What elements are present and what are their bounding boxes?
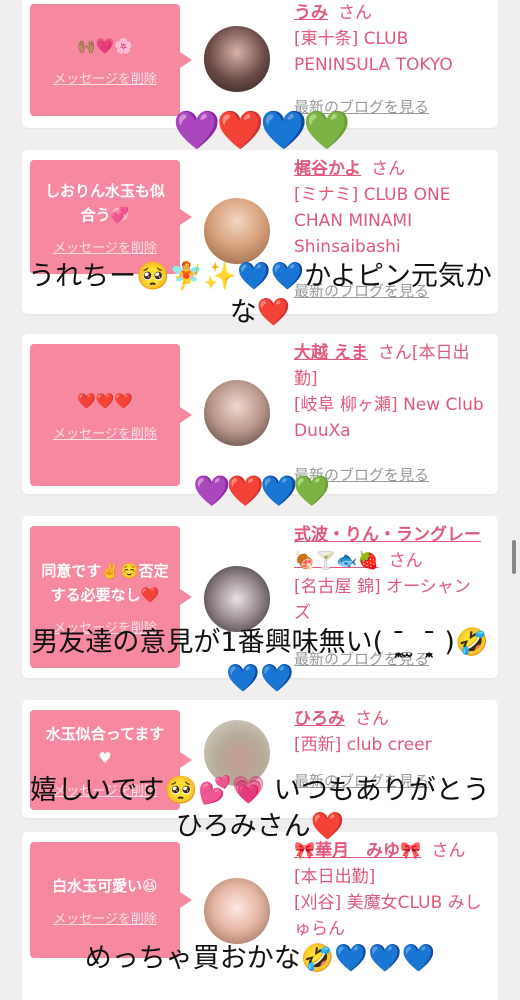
comment-overlay: ひろみさん❤️ bbox=[175, 811, 345, 842]
shop-name: [名古屋 錦] オーシャンズ bbox=[294, 577, 471, 623]
profile-name[interactable]: 大越 えま bbox=[294, 343, 368, 363]
message-text: 水玉似合ってます♥ bbox=[45, 724, 165, 767]
profile-info: 🎀華月 みゆ🎀 さん [本日出勤] [刈谷] 美魔女CLUB みしゅらん bbox=[294, 838, 484, 942]
comment-overlay: うれちー🥺🧚✨💙💙かよピン元気か bbox=[28, 261, 492, 292]
shop-name: [東十条] CLUB PENINSULA TOKYO bbox=[294, 29, 453, 75]
profile-info: 梶谷かよ さん [ミナミ] CLUB ONE CHAN MINAMI Shinsa… bbox=[294, 156, 484, 260]
avatar[interactable] bbox=[202, 196, 272, 266]
delete-message-link[interactable]: メッセージを削除 bbox=[53, 68, 157, 87]
message-bubble: 白水玉可愛い😆 メッセージを削除 bbox=[30, 842, 192, 958]
honorific: さん bbox=[355, 709, 389, 729]
delete-message-link[interactable]: メッセージを削除 bbox=[53, 423, 157, 442]
shop-name: [刈谷] 美魔女CLUB みしゅらん bbox=[294, 893, 482, 939]
honorific: さん bbox=[338, 3, 372, 23]
heart-emoji-overlay: 💜❤️💙💚 bbox=[173, 108, 350, 152]
message-bubble: ❤️❤️❤️ メッセージを削除 bbox=[30, 344, 192, 486]
message-text: ❤️❤️❤️ bbox=[76, 391, 134, 410]
profile-info: 大越 えま さん[本日出勤] [岐阜 柳ヶ瀬] New Club DuuXa bbox=[294, 340, 484, 444]
avatar[interactable] bbox=[202, 378, 272, 448]
honorific: さん bbox=[431, 841, 466, 861]
delete-message-link[interactable]: メッセージを削除 bbox=[53, 908, 157, 927]
comment-overlay: めっちゃ買おかな🤣💙💙💙 bbox=[84, 943, 436, 974]
profile-name[interactable]: 式波・りん・ラングレー🍖🍸🐟🍓 bbox=[294, 525, 481, 571]
heart-emoji-overlay: 💜❤️💙💚 bbox=[193, 474, 330, 509]
avatar[interactable] bbox=[202, 564, 272, 634]
comment-overlay: 💙💙 bbox=[226, 663, 294, 694]
message-card: ❤️❤️❤️ メッセージを削除 大越 えま さん[本日出勤] [岐阜 柳ヶ瀬] N… bbox=[22, 334, 498, 494]
scrollbar[interactable] bbox=[512, 540, 516, 574]
comment-overlay: 嬉しいです🥺💕💗 いつもありがとう bbox=[30, 775, 490, 806]
profile-info: うみ さん [東十条] CLUB PENINSULA TOKYO bbox=[294, 0, 484, 78]
profile-name[interactable]: 梶谷かよ bbox=[294, 159, 361, 179]
profile-name[interactable]: うみ bbox=[294, 3, 328, 23]
message-bubble: しおりん水玉も似合う💞 メッセージを削除 bbox=[30, 160, 192, 274]
profile-name[interactable]: ひろみ bbox=[294, 709, 345, 729]
message-text: しおりん水玉も似合う💞 bbox=[44, 181, 165, 224]
profile-info: 式波・りん・ラングレー🍖🍸🐟🍓 さん [名古屋 錦] オーシャンズ bbox=[294, 522, 484, 626]
profile-info: ひろみ さん [西新] club creer bbox=[294, 706, 484, 758]
message-text: 同意です✌️☺️否定する必要なし❤️ bbox=[41, 561, 169, 604]
message-bubble: 🙌🏽💗🌸 メッセージを削除 bbox=[30, 4, 192, 116]
comment-overlay: な❤️ bbox=[229, 297, 291, 328]
shop-name: [岐阜 柳ヶ瀬] New Club DuuXa bbox=[294, 395, 484, 441]
honorific: さん bbox=[388, 551, 423, 571]
work-status: [本日出勤] bbox=[294, 867, 376, 887]
honorific: さん bbox=[371, 159, 406, 179]
delete-message-link[interactable]: メッセージを削除 bbox=[53, 237, 157, 256]
profile-name[interactable]: 🎀華月 みゆ🎀 bbox=[294, 841, 421, 861]
shop-name: [西新] club creer bbox=[294, 735, 432, 755]
comment-overlay: 男友達の意見が1番興味無い( ˉ̞̭ ̫ ˉ̞̭ )🤣 bbox=[31, 627, 489, 658]
message-text: 白水玉可愛い😆 bbox=[52, 876, 158, 895]
shop-name: [ミナミ] CLUB ONE CHAN MINAMI Shinsaibashi bbox=[294, 185, 451, 257]
message-text: 🙌🏽💗🌸 bbox=[76, 36, 134, 55]
avatar[interactable] bbox=[202, 876, 272, 946]
avatar[interactable] bbox=[202, 24, 272, 94]
